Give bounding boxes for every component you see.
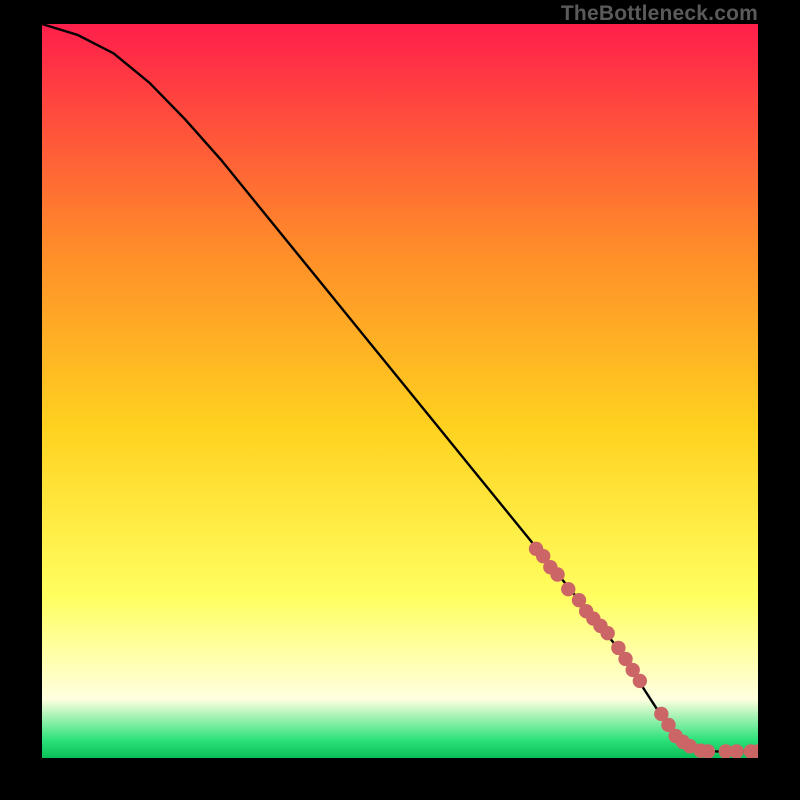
bottleneck-chart <box>42 24 758 758</box>
attribution-text: TheBottleneck.com <box>561 2 758 26</box>
data-point <box>600 626 614 640</box>
data-point <box>729 744 743 758</box>
data-point <box>633 674 647 688</box>
data-point <box>561 582 575 596</box>
data-point <box>701 744 715 758</box>
chart-stage: TheBottleneck.com <box>0 0 800 800</box>
data-point <box>550 567 564 581</box>
gradient-background <box>42 24 758 758</box>
